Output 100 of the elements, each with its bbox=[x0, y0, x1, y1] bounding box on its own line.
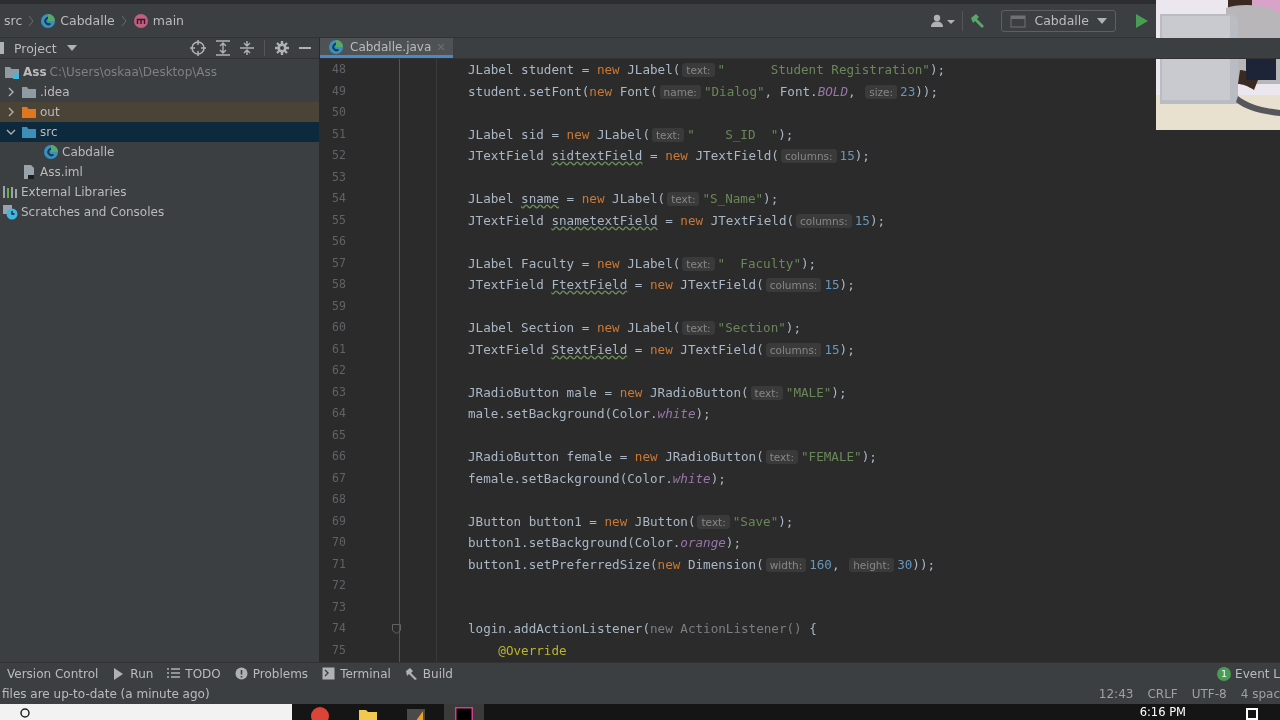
user-icon[interactable] bbox=[930, 13, 957, 28]
code-line: @Override bbox=[497, 641, 567, 660]
folder-icon bbox=[359, 707, 377, 720]
line-number: 67 bbox=[332, 470, 346, 485]
folder-icon bbox=[21, 124, 37, 140]
collapse-all-icon[interactable] bbox=[240, 40, 254, 56]
tree-item[interactable]: src bbox=[0, 122, 319, 142]
line-number: 75 bbox=[332, 642, 346, 657]
line-number: 71 bbox=[332, 556, 346, 571]
code-line: button1.setBackground(Color.orange); bbox=[468, 534, 741, 552]
tool-window-button[interactable]: Build bbox=[399, 663, 458, 684]
code-line: JTextField FtextField = new JTextField( columns: 15); bbox=[468, 276, 855, 294]
browser-icon bbox=[311, 707, 329, 720]
expand-all-icon[interactable] bbox=[216, 40, 230, 56]
list-icon bbox=[167, 667, 181, 680]
line-number: 62 bbox=[332, 363, 346, 377]
tree-item[interactable]: .idea bbox=[0, 82, 319, 102]
caret-icon bbox=[1097, 17, 1107, 24]
line-number: 66 bbox=[332, 449, 346, 463]
line-number: 50 bbox=[332, 105, 346, 119]
tool-window-button[interactable]: TODO bbox=[162, 663, 226, 684]
status-message: files are up-to-date (a minute ago) bbox=[2, 687, 210, 701]
hammer-icon bbox=[404, 667, 418, 680]
status-item[interactable]: 4 spac bbox=[1240, 687, 1280, 701]
line-number: 48 bbox=[332, 62, 346, 76]
exclamation-icon bbox=[234, 667, 248, 680]
line-number: 52 bbox=[332, 148, 346, 162]
project-view-dropdown[interactable]: Project bbox=[0, 39, 83, 57]
locate-icon[interactable] bbox=[190, 40, 206, 56]
line-number: 54 bbox=[332, 191, 346, 205]
terminal-icon bbox=[322, 667, 336, 680]
tool-window-button[interactable]: Problems bbox=[229, 663, 314, 684]
code-line: JRadioButton female = new JRadioButton( text: "FEMALE"); bbox=[468, 448, 877, 466]
line-number: 68 bbox=[332, 492, 346, 506]
tool-window-button[interactable]: Terminal bbox=[317, 663, 396, 684]
class-icon bbox=[40, 12, 57, 29]
tool-window-button[interactable]: Version Control bbox=[2, 663, 104, 684]
window-icon bbox=[1010, 13, 1027, 28]
line-number: 65 bbox=[332, 427, 346, 442]
line-number: 70 bbox=[332, 535, 346, 549]
status-item[interactable]: CRLF bbox=[1147, 687, 1178, 701]
line-number: 57 bbox=[332, 255, 346, 270]
chevron-down-icon bbox=[6, 127, 16, 137]
code-line: JTextField sidtextField = new JTextField( columns: 15); bbox=[468, 147, 870, 165]
line-number: 60 bbox=[332, 320, 346, 334]
code-line: JLabel student = new JLabel( text: " Student Registration"); bbox=[468, 61, 946, 79]
tree-item[interactable]: Cabdalle bbox=[0, 142, 319, 162]
code-line: student.setFont(new Font( name: "Dialog", Font.BOLD, size: 23)); bbox=[468, 82, 938, 101]
class-icon bbox=[43, 144, 59, 160]
caret-icon bbox=[66, 45, 77, 51]
line-number: 56 bbox=[332, 234, 346, 248]
code-line: male.setBackground(Color.white); bbox=[468, 405, 711, 423]
notification-icon[interactable] bbox=[1246, 708, 1258, 720]
breadcrumb-item[interactable]: src bbox=[4, 13, 23, 28]
search-field[interactable] bbox=[0, 704, 292, 720]
code-line: JLabel sname = new JLabel( text: "S_Name"); bbox=[468, 190, 779, 208]
tree-item[interactable]: Ass C:\Users\oskaa\Desktop\Ass bbox=[0, 62, 319, 82]
line-number: 53 bbox=[332, 169, 346, 184]
code-line: JButton button1 = new JButton( text: "Save"); bbox=[468, 512, 794, 531]
taskbar-clock: 6:16 PM bbox=[1139, 704, 1186, 719]
line-number: 55 bbox=[332, 212, 346, 227]
line-number: 61 bbox=[332, 341, 346, 356]
event-log-label: Event L bbox=[1235, 666, 1280, 681]
line-number: 49 bbox=[332, 83, 346, 98]
editor-tab[interactable]: Cabdalle.java bbox=[320, 38, 454, 58]
line-number: 51 bbox=[332, 126, 346, 141]
line-number: 59 bbox=[332, 298, 346, 313]
code-line: JTextField snametextField = new JTextField( columns: 15); bbox=[468, 211, 886, 230]
run-icon[interactable] bbox=[1136, 13, 1148, 28]
line-number: 63 bbox=[332, 384, 346, 399]
class-icon bbox=[328, 38, 344, 55]
app-icon bbox=[407, 707, 425, 720]
run-configuration-dropdown[interactable]: Cabdalle bbox=[1001, 9, 1116, 32]
code-line: JLabel sid = new JLabel( text: " S_ID "); bbox=[468, 125, 794, 144]
breadcrumb-item[interactable]: Cabdalle bbox=[40, 12, 115, 29]
line-number: 69 bbox=[332, 513, 346, 528]
tree-item[interactable]: Ass.iml bbox=[0, 162, 319, 182]
code-line: female.setBackground(Color.white); bbox=[468, 469, 726, 488]
folder-icon bbox=[21, 84, 37, 100]
status-item[interactable]: 12:43 bbox=[1098, 687, 1134, 701]
module-folder-icon bbox=[4, 64, 20, 80]
tool-window-button[interactable]: Run bbox=[107, 663, 159, 684]
code-line: JLabel Faculty = new JLabel( text: " Faculty"); bbox=[468, 254, 817, 273]
settings-icon[interactable] bbox=[275, 41, 289, 55]
file-icon bbox=[21, 164, 37, 180]
line-number: 64 bbox=[332, 406, 346, 420]
line-number: 73 bbox=[332, 599, 346, 614]
tree-item[interactable]: External Libraries bbox=[0, 182, 319, 202]
line-number: 74 bbox=[332, 621, 346, 635]
search-icon bbox=[20, 708, 32, 720]
ide-icon bbox=[455, 707, 473, 720]
libraries-icon bbox=[2, 184, 18, 200]
code-line: button1.setPreferredSize(new Dimension( width: 160, height: 30)); bbox=[468, 555, 936, 574]
breadcrumb-item[interactable]: main bbox=[132, 12, 185, 29]
panel-icon bbox=[0, 42, 4, 54]
status-item[interactable]: UTF-8 bbox=[1191, 687, 1227, 701]
tree-item[interactable]: Scratches and Consoles bbox=[0, 202, 319, 222]
tree-item[interactable]: out bbox=[0, 102, 319, 122]
scratches-icon bbox=[2, 204, 18, 220]
hammer-icon[interactable] bbox=[969, 12, 986, 29]
